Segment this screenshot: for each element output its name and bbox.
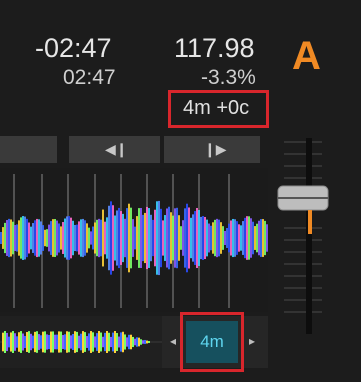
zoom-highlight	[180, 312, 244, 372]
phase-offset-display: 4m +0c	[183, 97, 250, 119]
deck-letter: A	[292, 34, 321, 78]
pitch-fader[interactable]	[270, 128, 335, 338]
bpm-display[interactable]: 117.98	[174, 33, 255, 64]
triangle-left-icon[interactable]: ◂	[170, 334, 176, 348]
skip-forward-icon: ❙▶	[204, 141, 227, 157]
transport-bar-left[interactable]	[0, 136, 57, 163]
pitch-display: -3.3%	[201, 66, 256, 89]
remaining-time: -02:47	[35, 33, 112, 63]
elapsed-time: 02:47	[63, 66, 116, 89]
waveform[interactable]	[0, 168, 268, 312]
skip-back-icon: ◀❙	[105, 141, 128, 157]
fader-track	[306, 138, 312, 334]
deck-panel: -02:47 02:47 117.98 -3.3% A 4m +0c ◀❙ ❙▶…	[0, 0, 361, 382]
fader-position-marker	[308, 210, 312, 234]
track-overview[interactable]	[0, 316, 162, 368]
triangle-right-icon[interactable]: ▸	[249, 334, 255, 348]
